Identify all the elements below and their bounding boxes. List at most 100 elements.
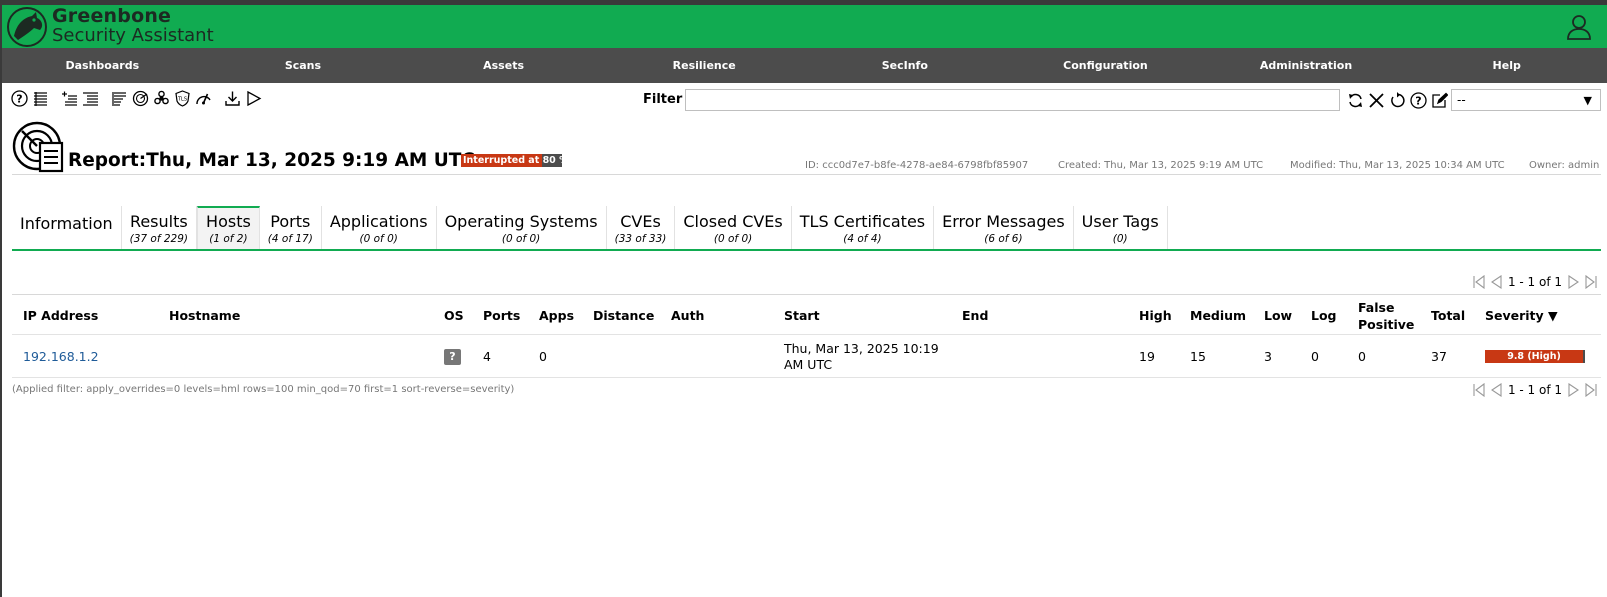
col-severity-sorted[interactable]: Severity ▼ — [1485, 295, 1558, 336]
tab-hosts[interactable]: Hosts (1 of 2) — [197, 206, 260, 249]
menu-configuration[interactable]: Configuration — [1005, 48, 1206, 83]
menu-resilience[interactable]: Resilience — [604, 48, 805, 83]
menu-help[interactable]: Help — [1406, 48, 1607, 83]
col-log[interactable]: Log — [1311, 295, 1337, 336]
tab-ports[interactable]: Ports (4 of 17) — [260, 206, 322, 249]
col-start[interactable]: Start — [784, 295, 820, 336]
first-page-icon[interactable] — [1471, 273, 1488, 290]
tab-error-messages[interactable]: Error Messages (6 of 6) — [934, 206, 1074, 249]
download-icon[interactable] — [223, 88, 242, 108]
status-progress-bar: Interrupted at 80 % — [461, 154, 562, 167]
reset-filter-icon[interactable] — [1387, 90, 1407, 110]
col-low[interactable]: Low — [1264, 295, 1292, 336]
results-icon[interactable] — [131, 88, 150, 108]
tab-count: (0) — [1112, 233, 1128, 245]
report-owner: Owner: admin — [1529, 160, 1600, 171]
svg-text:?: ? — [16, 92, 22, 105]
performance-icon[interactable] — [194, 88, 213, 108]
start-icon[interactable] — [244, 88, 263, 108]
col-end[interactable]: End — [962, 295, 988, 336]
tls-certificates-icon[interactable]: TLS — [173, 88, 192, 108]
last-page-icon[interactable] — [1582, 381, 1599, 398]
next-page-icon[interactable] — [1565, 381, 1582, 398]
remove-filter-icon[interactable] — [1366, 90, 1386, 110]
cell-low: 3 — [1264, 349, 1272, 364]
next-page-icon[interactable] — [1565, 273, 1582, 290]
tab-label: TLS Certificates — [799, 212, 926, 231]
tab-label: Hosts — [206, 212, 251, 231]
tab-results[interactable]: Results (37 of 229) — [122, 206, 198, 249]
filter-select[interactable]: -- ▼ — [1451, 89, 1601, 111]
col-medium[interactable]: Medium — [1190, 295, 1246, 336]
help-icon[interactable]: ? — [10, 88, 29, 108]
col-false-positive-line2: Positive — [1358, 316, 1415, 332]
chevron-down-icon: ▼ — [1583, 94, 1592, 107]
col-false-positive[interactable]: False Positive — [1358, 295, 1414, 336]
vulnerabilities-icon[interactable] — [152, 88, 171, 108]
col-os[interactable]: OS — [444, 295, 464, 336]
tab-closed-cves[interactable]: Closed CVEs (0 of 0) — [675, 206, 792, 249]
table-header: IP Address Hostname OS Ports Apps Distan… — [12, 294, 1601, 335]
start-line-1: Thu, Mar 13, 2025 10:19 — [784, 340, 939, 356]
host-ip-link[interactable]: 192.168.1.2 — [23, 349, 99, 364]
tab-count: (0 of 0) — [501, 233, 541, 245]
report-icon — [12, 121, 64, 173]
menu-administration[interactable]: Administration — [1206, 48, 1407, 83]
cell-severity: 9.8 (High) — [1485, 335, 1585, 378]
table-row: 192.168.1.2 ? 4 0 Thu, Mar 13, 2025 10:1… — [12, 335, 1601, 378]
tab-information[interactable]: Information — [12, 206, 122, 249]
tab-cves[interactable]: CVEs (33 of 33) — [607, 206, 676, 249]
cell-false-positive: 0 — [1358, 349, 1366, 364]
task-details-icon[interactable] — [110, 88, 129, 108]
tab-count: (33 of 33) — [614, 233, 667, 245]
svg-text:?: ? — [1415, 94, 1421, 107]
brand-title: Greenbone Security Assistant — [52, 7, 214, 45]
greenbone-logo-icon[interactable] — [6, 6, 48, 48]
report-id: ID: ccc0d7e7-b8fe-4278-ae84-6798fbf85907 — [805, 160, 1029, 171]
remove-from-assets-icon[interactable] — [81, 88, 100, 108]
tab-user-tags[interactable]: User Tags (0) — [1074, 206, 1168, 249]
last-page-icon[interactable] — [1582, 273, 1599, 290]
brand-line-2: Security Assistant — [52, 25, 214, 46]
pagination-bottom: 1 - 1 of 1 — [1471, 381, 1599, 398]
tab-operating-systems[interactable]: Operating Systems (0 of 0) — [437, 206, 607, 249]
col-distance[interactable]: Distance — [593, 295, 654, 336]
tab-count: (6 of 6) — [984, 233, 1023, 245]
add-to-assets-icon[interactable] — [60, 88, 79, 108]
report-tabs: Information Results (37 of 229) Hosts (1… — [12, 206, 1601, 251]
filter-actions: ? — [1345, 90, 1450, 110]
report-modified: Modified: Thu, Mar 13, 2025 10:34 AM UTC — [1290, 160, 1505, 171]
cell-ip: 192.168.1.2 — [23, 335, 99, 378]
tab-applications[interactable]: Applications (0 of 0) — [322, 206, 437, 249]
refresh-filter-icon[interactable] — [1345, 90, 1365, 110]
status-text: Interrupted at 80 % — [463, 155, 562, 166]
col-apps[interactable]: Apps — [539, 295, 574, 336]
tab-label: Applications — [329, 212, 428, 231]
previous-page-icon[interactable] — [1488, 273, 1505, 290]
page-title: Report:Thu, Mar 13, 2025 9:19 AM UTC — [68, 150, 475, 171]
col-hostname[interactable]: Hostname — [169, 295, 240, 336]
edit-filter-icon[interactable] — [1429, 90, 1449, 110]
col-total[interactable]: Total — [1431, 295, 1465, 336]
menu-dashboards[interactable]: Dashboards — [2, 48, 203, 83]
menu-scans[interactable]: Scans — [203, 48, 404, 83]
col-ip-address[interactable]: IP Address — [23, 295, 98, 336]
col-high[interactable]: High — [1139, 295, 1172, 336]
tab-count: (4 of 4) — [843, 233, 882, 245]
user-menu-icon[interactable] — [1565, 13, 1593, 41]
filter-input[interactable] — [685, 89, 1340, 111]
menu-secinfo[interactable]: SecInfo — [805, 48, 1006, 83]
col-auth[interactable]: Auth — [671, 295, 704, 336]
report-list-icon[interactable] — [31, 88, 50, 108]
unknown-os-icon[interactable]: ? — [444, 348, 461, 365]
previous-page-icon[interactable] — [1488, 381, 1505, 398]
filter-help-icon[interactable]: ? — [1408, 90, 1428, 110]
filter-select-value: -- — [1457, 93, 1466, 107]
col-ports[interactable]: Ports — [483, 295, 520, 336]
tab-label: Error Messages — [942, 212, 1065, 231]
first-page-icon[interactable] — [1471, 381, 1488, 398]
menu-assets[interactable]: Assets — [403, 48, 604, 83]
pagination-top: 1 - 1 of 1 — [1471, 273, 1599, 290]
app-header: Greenbone Security Assistant — [2, 5, 1607, 48]
tab-tls-certificates[interactable]: TLS Certificates (4 of 4) — [792, 206, 935, 249]
